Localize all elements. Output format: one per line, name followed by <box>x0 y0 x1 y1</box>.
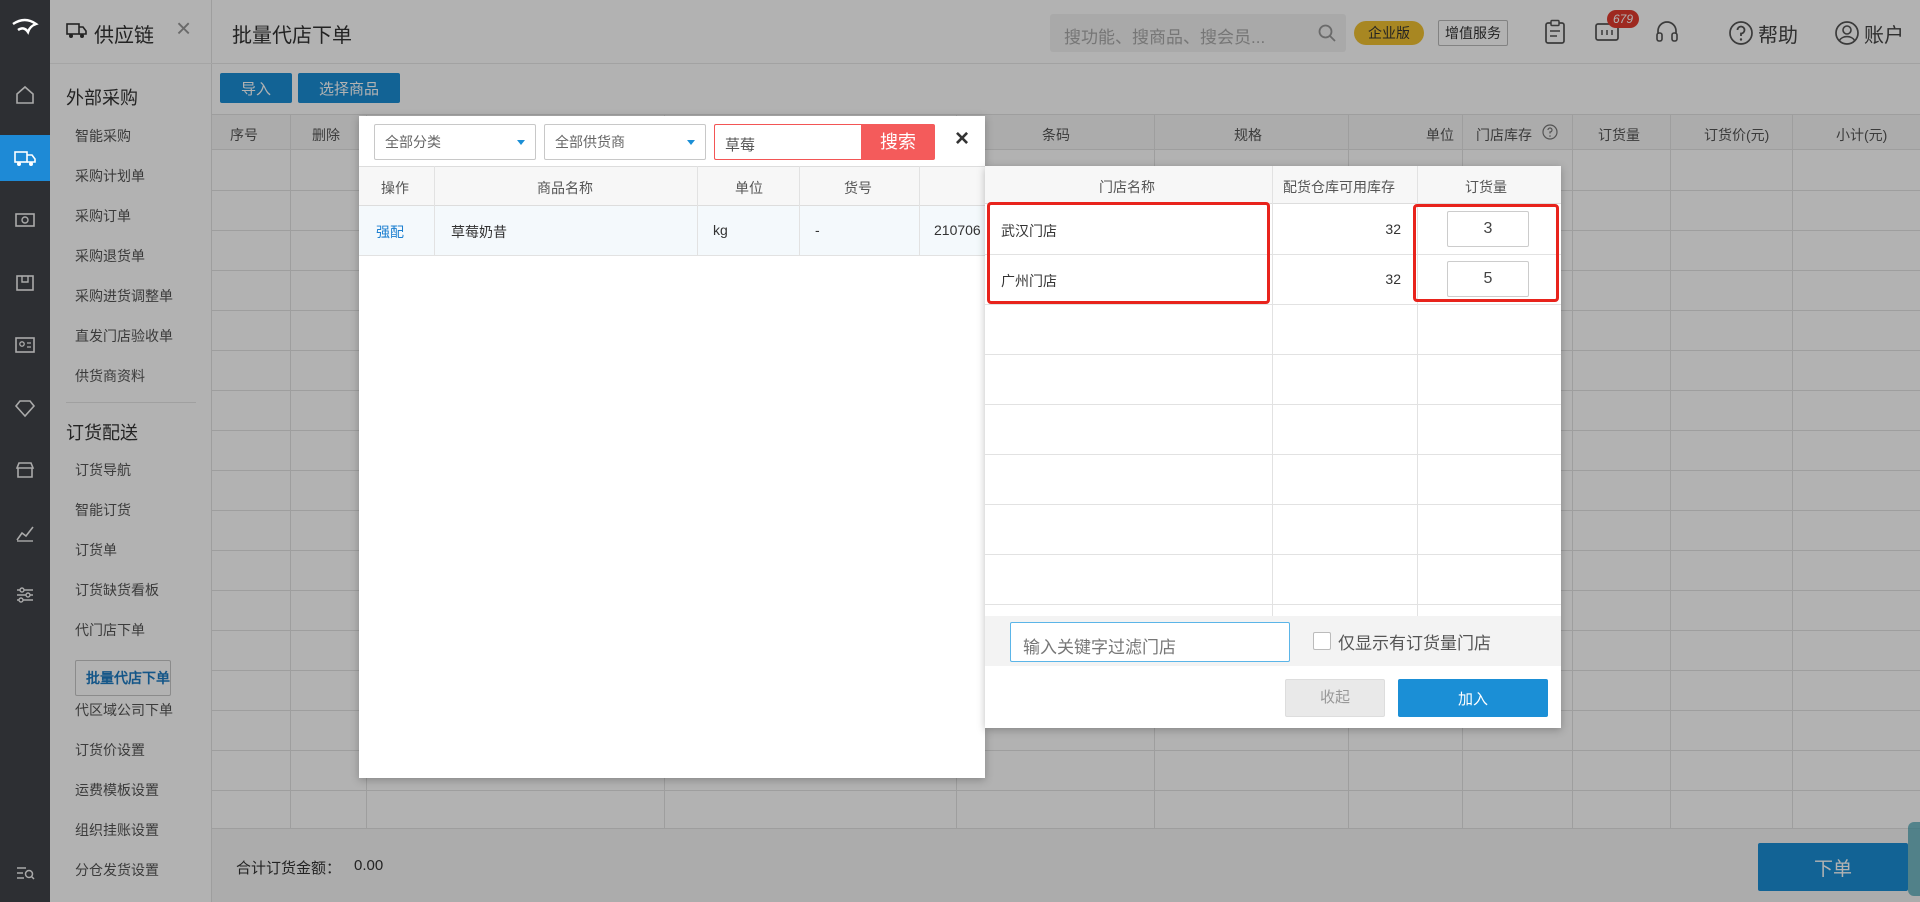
chevron-down-icon <box>517 140 525 145</box>
app-logo-icon[interactable] <box>0 6 50 52</box>
store-filter-placeholder: 输入关键字过滤门店 <box>1023 638 1176 657</box>
app-icon-bar <box>0 0 50 902</box>
column-header: 操作 <box>381 180 409 196</box>
close-dialog-icon[interactable]: × <box>955 124 969 154</box>
side-float-handle[interactable] <box>1908 822 1920 896</box>
goods-barcode: 210706 <box>934 222 981 238</box>
report-chart-icon[interactable] <box>0 510 50 556</box>
collapse-button[interactable]: 收起 <box>1285 679 1385 717</box>
category-select[interactable]: 全部分类 <box>374 124 536 160</box>
search-button[interactable]: 搜索 <box>861 124 935 160</box>
highlight-box-quantities <box>1413 204 1559 302</box>
store-filter-input[interactable]: 输入关键字过滤门店 <box>1010 622 1290 662</box>
force-assign-link[interactable]: 强配 <box>376 222 404 242</box>
home-icon[interactable] <box>0 72 50 118</box>
goods-unit: kg <box>713 222 728 238</box>
cashier-icon[interactable] <box>0 197 50 243</box>
supply-chain-icon[interactable] <box>0 135 50 181</box>
column-header: 门店名称 <box>1099 179 1155 195</box>
warehouse-stock: 32 <box>1385 221 1401 237</box>
chevron-down-icon <box>687 140 695 145</box>
goods-search-dialog: 全部分类 全部供货商 草莓 搜索 × 操作 商品名称 单位 货号 强配 草莓奶昔… <box>359 116 985 778</box>
only-with-qty-label[interactable]: 仅显示有订货量门店 <box>1338 629 1491 654</box>
column-header: 订货量 <box>1465 179 1507 195</box>
goods-box-icon[interactable] <box>0 260 50 306</box>
highlight-box-stores <box>987 202 1270 304</box>
store-icon[interactable] <box>0 447 50 493</box>
only-with-qty-checkbox[interactable] <box>1313 632 1331 650</box>
column-header: 货号 <box>844 180 872 196</box>
column-header: 单位 <box>735 180 763 196</box>
search-input-value: 草莓 <box>725 137 756 154</box>
supplier-select[interactable]: 全部供货商 <box>544 124 706 160</box>
goods-search-input[interactable]: 草莓 <box>714 124 861 160</box>
store-quantity-dialog: 门店名称 配货仓库可用库存 订货量 武汉门店 32 3 广州门店 32 5 输入… <box>985 166 1561 728</box>
marketing-diamond-icon[interactable] <box>0 385 50 431</box>
add-button[interactable]: 加入 <box>1398 679 1548 717</box>
supplier-select-value: 全部供货商 <box>555 134 625 150</box>
column-header: 商品名称 <box>537 180 593 196</box>
search-menu-icon[interactable] <box>0 850 50 896</box>
category-select-value: 全部分类 <box>385 134 441 150</box>
settings-sliders-icon[interactable] <box>0 572 50 618</box>
goods-sku: - <box>815 222 820 238</box>
warehouse-stock: 32 <box>1385 271 1401 287</box>
column-header: 配货仓库可用库存 <box>1283 179 1395 195</box>
goods-name: 草莓奶昔 <box>451 224 507 240</box>
member-card-icon[interactable] <box>0 322 50 368</box>
goods-table-header <box>359 166 985 206</box>
store-filter-bar: 输入关键字过滤门店 仅显示有订货量门店 <box>985 616 1561 666</box>
